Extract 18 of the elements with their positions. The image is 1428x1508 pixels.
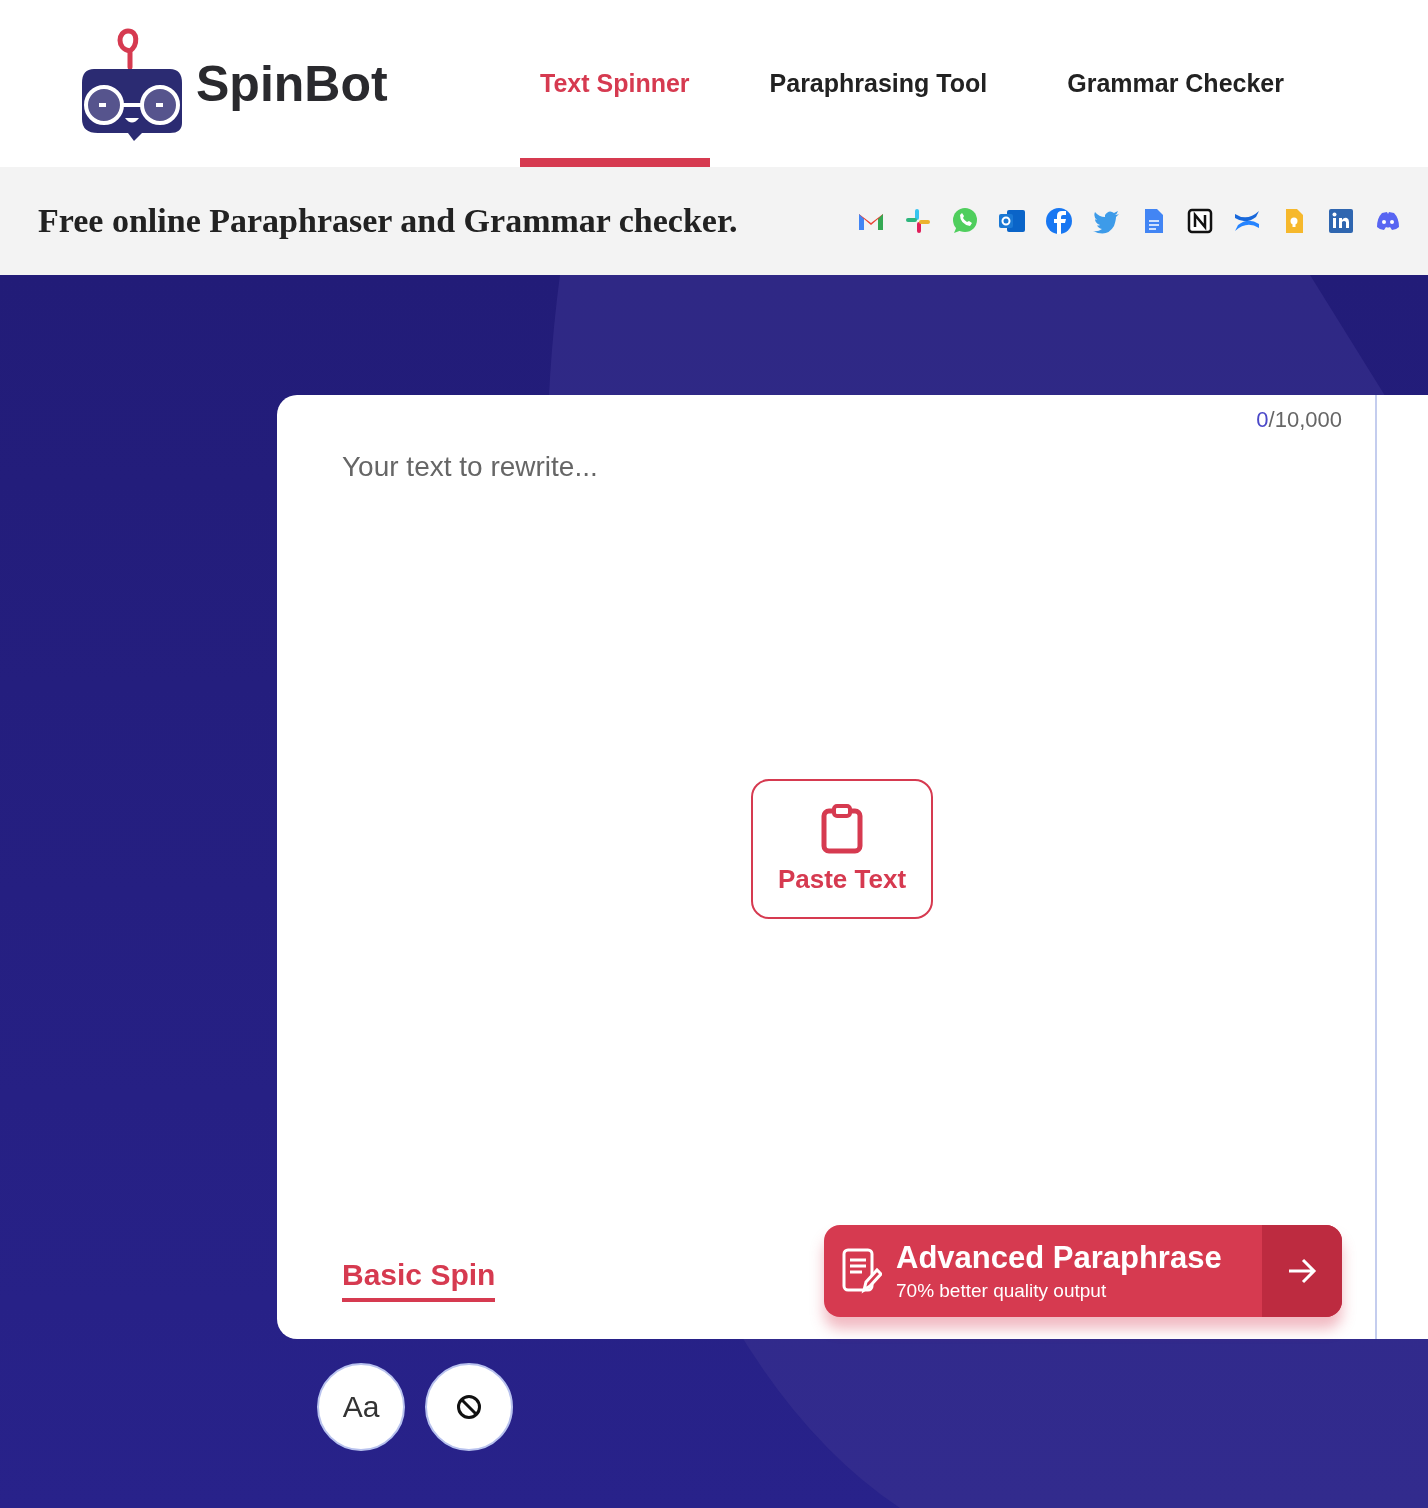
- prohibited-icon: [456, 1394, 482, 1420]
- arrow-right-icon: [1287, 1258, 1317, 1284]
- nav-tab[interactable]: Grammar Checker: [1047, 0, 1304, 167]
- hash-icon[interactable]: [903, 206, 933, 236]
- tagline: Free online Paraphraser and Grammar checker.: [38, 202, 739, 240]
- font-size-button[interactable]: Aa: [317, 1363, 405, 1451]
- in-logo-icon[interactable]: [1326, 206, 1356, 236]
- character-counter: 0/10,000: [1256, 407, 1342, 433]
- nav-tab[interactable]: Paraphrasing Tool: [749, 0, 1008, 167]
- document-edit-icon: [842, 1248, 882, 1294]
- brand-name: SpinBot: [196, 54, 388, 113]
- n-logo-icon[interactable]: [1185, 206, 1215, 236]
- f-logo-icon[interactable]: [1044, 206, 1074, 236]
- clipboard-icon: [821, 803, 863, 854]
- paste-text-button[interactable]: Paste Text: [751, 779, 933, 919]
- advanced-paraphrase-button[interactable]: Advanced Paraphrase 70% better quality output: [824, 1225, 1342, 1317]
- text-editor-field[interactable]: 0/10,000 Your text to rewrite... Paste Text Basic Spin Advanced Paraphrase 70% better quality output: [277, 395, 1428, 1339]
- mode-tab[interactable]: Basic Spin: [342, 1258, 496, 1302]
